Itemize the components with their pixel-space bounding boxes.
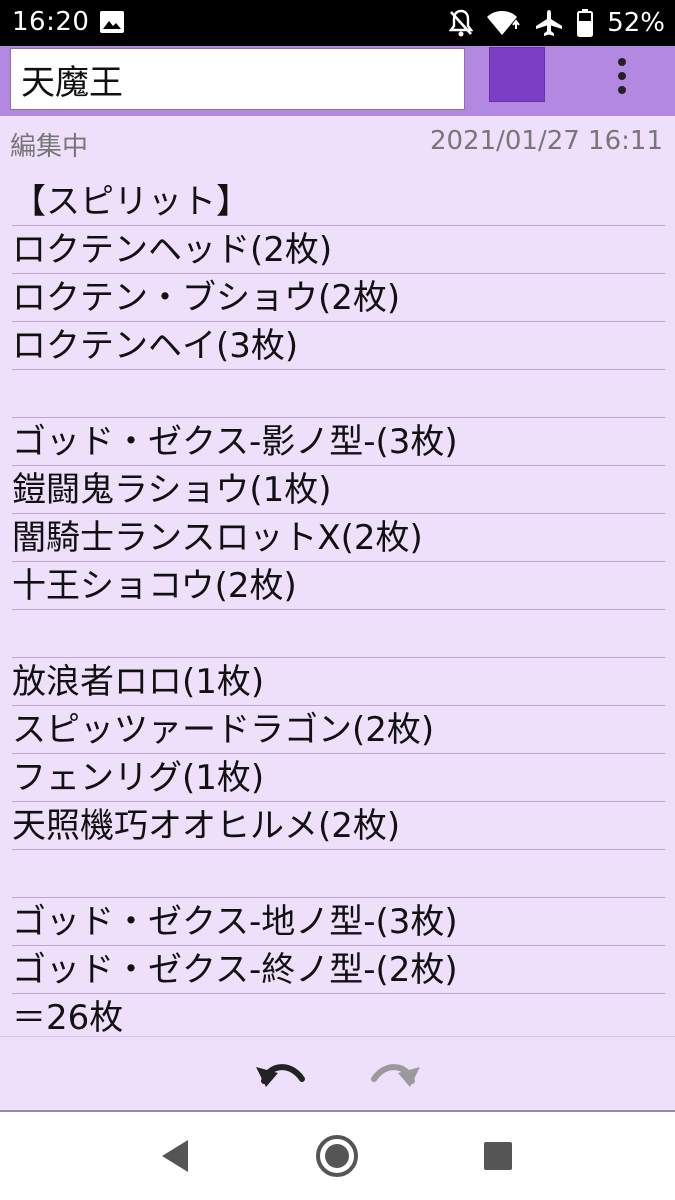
- note-color-button[interactable]: [489, 47, 545, 102]
- app-bar: [0, 46, 675, 116]
- more-vert-dot: [618, 86, 626, 94]
- note-line: ロクテン・ブショウ(2枚): [12, 274, 665, 322]
- note-line: ロクテンヘッド(2枚): [12, 226, 665, 274]
- note-line: [12, 370, 665, 418]
- note-line: ＝26枚: [12, 994, 665, 1042]
- redo-button[interactable]: [366, 1053, 422, 1093]
- note-line: 鎧闘鬼ラショウ(1枚): [12, 466, 665, 514]
- status-bar: 16:20 52%: [0, 0, 675, 46]
- note-line: フェンリグ(1枚): [12, 754, 665, 802]
- airplane-icon: [535, 9, 563, 37]
- notifications-off-icon: [449, 9, 474, 37]
- note-title-input[interactable]: [10, 48, 465, 110]
- home-icon: [316, 1135, 358, 1177]
- status-time: 16:20: [12, 7, 90, 37]
- edit-status: 編集中: [10, 132, 89, 162]
- more-menu-button[interactable]: [604, 54, 640, 102]
- note-line: ゴッド・ゼクス-終ノ型-(2枚): [12, 946, 665, 994]
- note-line: ゴッド・ゼクス-地ノ型-(3枚): [12, 898, 665, 946]
- battery-percent: 52%: [607, 8, 665, 38]
- edit-toolbar: [0, 1036, 675, 1111]
- note-line: [12, 610, 665, 658]
- undo-icon: [256, 1064, 305, 1087]
- battery-icon: [577, 9, 594, 37]
- more-vert-dot: [618, 72, 626, 80]
- note-line: スピッツァードラゴン(2枚): [12, 706, 665, 754]
- note-datetime: 2021/01/27 16:11: [429, 126, 663, 156]
- back-button[interactable]: [152, 1132, 200, 1180]
- note-editor[interactable]: 編集中 2021/01/27 16:11 【スピリット】 ロクテンヘッド(2枚)…: [0, 116, 675, 1042]
- image-icon: [100, 11, 124, 33]
- note-line: [12, 850, 665, 898]
- note-line: ロクテンヘイ(3枚): [12, 322, 665, 370]
- note-lines[interactable]: 【スピリット】 ロクテンヘッド(2枚) ロクテン・ブショウ(2枚) ロクテンヘイ…: [12, 178, 665, 1042]
- note-line: 十王ショコウ(2枚): [12, 562, 665, 610]
- undo-button[interactable]: [254, 1053, 310, 1093]
- home-button[interactable]: [313, 1132, 361, 1180]
- back-icon: [162, 1140, 188, 1172]
- more-vert-icon: [618, 58, 626, 66]
- recents-button[interactable]: [474, 1132, 522, 1180]
- note-line: 放浪者ロロ(1枚): [12, 658, 665, 706]
- note-line: ゴッド・ゼクス-影ノ型-(3枚): [12, 418, 665, 466]
- redo-icon: [371, 1064, 420, 1087]
- status-icons: 52%: [449, 5, 665, 41]
- note-line: 【スピリット】: [12, 178, 665, 226]
- note-line: 闇騎士ランスロットX(2枚): [12, 514, 665, 562]
- wifi-icon: [487, 9, 521, 37]
- recents-icon: [484, 1142, 512, 1170]
- note-line: 天照機巧オオヒルメ(2枚): [12, 802, 665, 850]
- system-nav-bar: [0, 1112, 675, 1200]
